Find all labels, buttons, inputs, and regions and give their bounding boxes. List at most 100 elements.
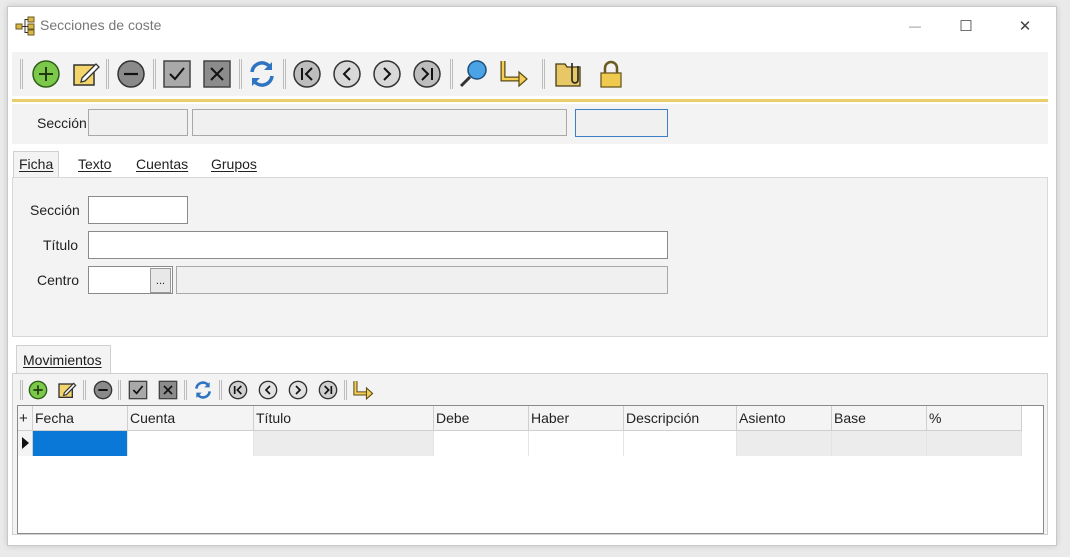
titulo-label: Título: [43, 237, 79, 253]
column-header-descripcion[interactable]: Descripción: [624, 406, 737, 431]
next-record-icon: [373, 60, 401, 88]
delete-record-icon: [117, 60, 145, 88]
toolbar-separator: [153, 59, 156, 89]
main-toolbar: [12, 52, 1048, 96]
row-selector[interactable]: [18, 431, 33, 456]
window-title: Secciones de coste: [40, 17, 162, 33]
window: Secciones de coste — ☐ ✕ Sección Ficha T…: [7, 6, 1057, 546]
edit-button[interactable]: [70, 58, 102, 90]
cell-asiento[interactable]: [737, 431, 832, 456]
last-record-button[interactable]: [411, 58, 443, 90]
centro-label: Centro: [37, 272, 80, 288]
search-button[interactable]: [458, 58, 490, 90]
grid-add-button[interactable]: [27, 379, 49, 401]
grid-refresh-button[interactable]: [192, 379, 214, 401]
maximize-icon: ☐: [959, 18, 973, 35]
grid-delete-button[interactable]: [92, 379, 114, 401]
first-record-button[interactable]: [291, 58, 323, 90]
column-header-percent[interactable]: %: [927, 406, 1022, 431]
seccion-input[interactable]: [88, 196, 188, 224]
attachments-folder-icon: [555, 63, 581, 87]
next-record-button[interactable]: [371, 58, 403, 90]
column-header-asiento[interactable]: Asiento: [737, 406, 832, 431]
ficha-panel: Sección Título Centro ...: [12, 177, 1048, 337]
close-icon: ✕: [1018, 18, 1032, 35]
edit-record-icon: [58, 382, 77, 398]
movimientos-grid: + Fecha Cuenta Título Debe Haber Descrip…: [17, 405, 1044, 534]
delete-button[interactable]: [115, 58, 147, 90]
confirm-icon: [128, 380, 148, 400]
column-header-titulo[interactable]: Título: [254, 406, 434, 431]
last-record-icon: [413, 60, 441, 88]
grid-first-button[interactable]: [227, 379, 249, 401]
grid-confirm-button[interactable]: [127, 379, 149, 401]
close-button[interactable]: ✕: [1002, 7, 1048, 45]
jump-arrow-icon: [500, 61, 528, 88]
minimize-icon: —: [909, 19, 921, 33]
lock-button[interactable]: [595, 58, 627, 90]
centro-lookup-button[interactable]: ...: [150, 268, 171, 293]
column-header-cuenta[interactable]: Cuenta: [128, 406, 254, 431]
record-tabs: Ficha Texto Cuentas Grupos: [12, 145, 1048, 178]
jump-arrow-icon: [353, 381, 374, 401]
grid-previous-button[interactable]: [257, 379, 279, 401]
attachments-button[interactable]: [553, 58, 585, 90]
cell-fecha[interactable]: [33, 431, 128, 456]
cancel-button[interactable]: [201, 58, 233, 90]
column-header-fecha[interactable]: Fecha: [33, 406, 128, 431]
cell-debe[interactable]: [434, 431, 529, 456]
header-extra-field[interactable]: [575, 109, 668, 137]
toolbar-separator: [450, 59, 453, 89]
toolbar-separator: [106, 59, 109, 89]
tab-movimientos[interactable]: Movimientos: [16, 345, 111, 373]
header-seccion-label: Sección: [37, 115, 87, 131]
grid-toolbar-separator: [219, 380, 222, 400]
toolbar-separator: [542, 59, 545, 89]
tab-cuentas[interactable]: Cuentas: [136, 156, 188, 172]
refresh-button[interactable]: [246, 58, 278, 90]
cell-haber[interactable]: [529, 431, 624, 456]
cell-cuenta[interactable]: [128, 431, 254, 456]
grid-last-button[interactable]: [317, 379, 339, 401]
add-row-header-button[interactable]: +: [18, 406, 33, 431]
tab-texto[interactable]: Texto: [78, 156, 111, 172]
lock-icon: [600, 60, 622, 88]
grid-cancel-button[interactable]: [157, 379, 179, 401]
toolbar-separator: [239, 59, 242, 89]
column-header-debe[interactable]: Debe: [434, 406, 529, 431]
tab-ficha[interactable]: Ficha: [13, 151, 60, 178]
column-header-base[interactable]: Base: [832, 406, 927, 431]
cell-descripcion[interactable]: [624, 431, 737, 456]
first-record-icon: [228, 380, 248, 400]
tab-grupos[interactable]: Grupos: [211, 156, 257, 172]
title-bar: Secciones de coste — ☐ ✕: [8, 7, 1056, 45]
titulo-input[interactable]: [88, 231, 668, 259]
confirm-button[interactable]: [161, 58, 193, 90]
refresh-icon: [195, 381, 211, 399]
grid-toolbar-separator: [118, 380, 121, 400]
jump-button[interactable]: [498, 58, 530, 90]
add-record-icon: [32, 60, 60, 88]
header-seccion-code-field[interactable]: [88, 109, 188, 136]
search-icon: [459, 60, 487, 88]
grid-toolbar-separator: [83, 380, 86, 400]
seccion-label: Sección: [30, 202, 80, 218]
first-record-icon: [293, 60, 321, 88]
cell-titulo[interactable]: [254, 431, 434, 456]
toolbar-accent-line: [12, 99, 1048, 102]
column-header-haber[interactable]: Haber: [529, 406, 624, 431]
grid-next-button[interactable]: [287, 379, 309, 401]
grid-edit-button[interactable]: [56, 379, 78, 401]
add-button[interactable]: [30, 58, 62, 90]
grid-toolbar-grip: [20, 380, 23, 400]
header-seccion-description-field[interactable]: [192, 109, 567, 136]
minimize-button[interactable]: —: [892, 7, 938, 45]
grid-toolbar-separator: [184, 380, 187, 400]
add-record-icon: [28, 380, 48, 400]
grid-jump-button[interactable]: [352, 379, 374, 401]
cancel-icon: [158, 380, 178, 400]
maximize-button[interactable]: ☐: [943, 7, 989, 45]
previous-record-button[interactable]: [331, 58, 363, 90]
cell-percent[interactable]: [927, 431, 1022, 456]
cell-base[interactable]: [832, 431, 927, 456]
